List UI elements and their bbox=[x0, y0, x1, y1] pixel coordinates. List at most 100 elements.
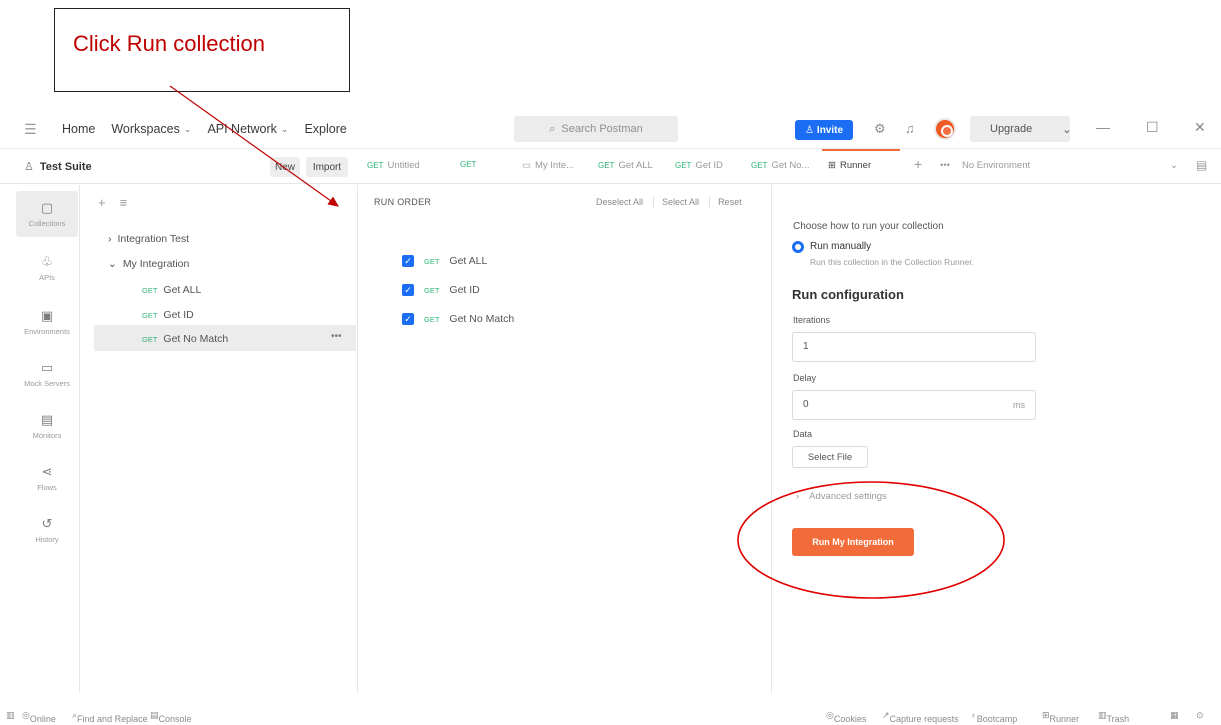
sidebar-item-collections[interactable]: ▢ Collections bbox=[16, 191, 78, 237]
environment-select[interactable]: No Environment bbox=[962, 160, 1030, 171]
sidebar-item-label: Mock Servers bbox=[24, 379, 70, 388]
nav-workspaces[interactable]: Workspaces ⌄ bbox=[111, 122, 191, 136]
environments-icon: ▣ bbox=[40, 308, 54, 323]
run-manually-description: Run this collection in the Collection Ru… bbox=[810, 257, 974, 267]
sidebar-rail: ▢ Collections ♧ APIs ▣ Environments ▭ Mock S… bbox=[14, 185, 80, 693]
run-order-item-label: Get No Match bbox=[449, 313, 515, 325]
method-badge: GET bbox=[424, 256, 440, 266]
trash-label: Trash bbox=[1106, 714, 1130, 724]
iterations-input[interactable]: 1 bbox=[792, 332, 1036, 362]
sidebar-item-environments[interactable]: ▣ Environments bbox=[16, 299, 78, 345]
maximize-icon[interactable]: ☐ bbox=[1146, 119, 1159, 136]
annotation-text: Click Run collection bbox=[73, 31, 265, 56]
avatar[interactable] bbox=[934, 118, 956, 140]
console-button[interactable]: ▤ Console bbox=[150, 710, 192, 724]
active-tab-indicator bbox=[822, 149, 900, 151]
run-order-item: ✓ GET Get ID bbox=[402, 284, 480, 296]
sidebar-item-monitors[interactable]: ▤ Monitors bbox=[16, 403, 78, 449]
cookies-button[interactable]: ◎ Cookies bbox=[826, 710, 866, 724]
minimize-icon[interactable]: — bbox=[1096, 119, 1110, 135]
nav-api-network[interactable]: API Network ⌄ bbox=[207, 122, 288, 136]
upgrade-button[interactable]: Upgrade ⌄ bbox=[970, 116, 1071, 142]
import-button[interactable]: Import bbox=[306, 157, 348, 177]
tab-get-all[interactable]: GET Get ALL bbox=[598, 160, 653, 171]
run-manually-radio[interactable] bbox=[792, 241, 804, 253]
chevron-down-icon[interactable]: ⌄ bbox=[1170, 160, 1178, 171]
run-order-item: ✓ GET Get No Match bbox=[402, 313, 514, 325]
bootcamp-button[interactable]: ♁ Bootcamp bbox=[970, 710, 1017, 724]
sidebar-item-flows[interactable]: ⋖ Flows bbox=[16, 455, 78, 501]
advanced-settings-toggle[interactable]: › Advanced settings bbox=[796, 491, 887, 502]
nav-explore[interactable]: Explore bbox=[304, 122, 346, 136]
bootcamp-label: Bootcamp bbox=[976, 714, 1018, 724]
method-badge: GET bbox=[142, 310, 158, 320]
workspace-name[interactable]: ♙ Test Suite bbox=[24, 160, 92, 174]
chevron-down-icon: ⌄ bbox=[183, 123, 192, 134]
more-tabs-icon[interactable]: ••• bbox=[940, 160, 950, 171]
tab-get-id[interactable]: GET Get ID bbox=[675, 160, 723, 171]
new-tab-plus-icon[interactable]: + bbox=[914, 156, 922, 172]
nav-explore-label: Explore bbox=[304, 122, 347, 136]
tree-item-label: Get No Match bbox=[163, 333, 229, 345]
sidebar-item-label: Monitors bbox=[32, 431, 62, 440]
run-order-item-label: Get ALL bbox=[449, 255, 488, 267]
history-icon: ↺ bbox=[41, 516, 53, 531]
nav-workspaces-label: Workspaces bbox=[111, 122, 180, 136]
close-icon[interactable]: ✕ bbox=[1194, 119, 1206, 136]
tab-method: GET bbox=[367, 161, 384, 170]
sidebar-item-history[interactable]: ↺ History bbox=[16, 507, 78, 553]
filter-icon[interactable]: ≡ bbox=[120, 195, 128, 210]
advanced-settings-label: Advanced settings bbox=[809, 491, 887, 502]
tree-request-get-id[interactable]: GET Get ID bbox=[142, 309, 194, 321]
tree-request-get-all[interactable]: GET Get ALL bbox=[142, 284, 201, 296]
runner-button[interactable]: ⊞ Runner bbox=[1042, 710, 1079, 724]
tree-request-get-no-match[interactable]: GET Get No Match bbox=[142, 333, 228, 345]
run-collection-button[interactable]: Run My Integration bbox=[792, 528, 914, 556]
new-button[interactable]: New bbox=[270, 157, 300, 177]
search-input[interactable]: ⌕ Search Postman bbox=[514, 116, 678, 142]
checkbox[interactable]: ✓ bbox=[402, 284, 414, 296]
sidebar-item-apis[interactable]: ♧ APIs bbox=[16, 245, 78, 291]
hamburger-icon[interactable]: ☰ bbox=[24, 121, 46, 138]
tab-get-no-match[interactable]: GET Get No... bbox=[751, 160, 809, 171]
delay-input[interactable]: 0 ms bbox=[792, 390, 1036, 420]
select-file-button[interactable]: Select File bbox=[792, 446, 868, 468]
nav-home[interactable]: Home bbox=[62, 122, 95, 136]
status-online[interactable]: ◎ Online bbox=[22, 710, 56, 724]
workspace-header: ♙ Test Suite New Import GET Untitled GET … bbox=[0, 148, 1221, 184]
run-order-heading: RUN ORDER bbox=[374, 197, 432, 207]
tree-collection-integration-test[interactable]: › Integration Test bbox=[108, 233, 189, 245]
layout-icon[interactable]: ▦ bbox=[1170, 710, 1179, 721]
capture-requests-button[interactable]: ↗ Capture requests bbox=[882, 710, 959, 724]
mock-servers-icon: ▭ bbox=[40, 360, 54, 375]
run-configuration-title: Run configuration bbox=[792, 287, 904, 302]
select-all-button[interactable]: Select All bbox=[653, 197, 699, 207]
settings-icon[interactable]: ⚙ bbox=[874, 121, 886, 137]
tree-collection-my-integration[interactable]: ⌄ My Integration bbox=[108, 258, 189, 270]
invite-label: Invite bbox=[816, 124, 844, 136]
top-bar: ☰ Home Workspaces ⌄ API Network ⌄ Explore … bbox=[0, 110, 1221, 148]
tab-label: My Inte... bbox=[534, 160, 575, 171]
method-badge: GET bbox=[424, 285, 440, 295]
tab-my-integration[interactable]: ▭ My Inte... bbox=[522, 160, 574, 171]
deselect-all-button[interactable]: Deselect All bbox=[596, 197, 643, 207]
environment-quick-look-icon[interactable]: ▤ bbox=[1196, 158, 1207, 172]
find-replace-button[interactable]: ⌕ Find and Replace bbox=[72, 710, 148, 724]
reset-button[interactable]: Reset bbox=[709, 197, 742, 207]
checkbox[interactable]: ✓ bbox=[402, 313, 414, 325]
sidebar-toggle-icon[interactable]: ▥ bbox=[6, 710, 15, 721]
tab-get-blank[interactable]: GET bbox=[460, 160, 476, 169]
sidebar-item-mock-servers[interactable]: ▭ Mock Servers bbox=[16, 351, 78, 397]
plus-icon[interactable]: + bbox=[98, 195, 106, 210]
invite-button[interactable]: ♙ Invite bbox=[795, 120, 853, 140]
tab-untitled[interactable]: GET Untitled bbox=[367, 160, 420, 171]
more-options-icon[interactable]: ••• bbox=[331, 331, 342, 342]
bell-icon[interactable]: ♫ bbox=[905, 121, 915, 136]
help-icon[interactable]: ⊙ bbox=[1196, 710, 1204, 721]
tab-runner[interactable]: ⊞ Runner bbox=[828, 160, 871, 171]
checkbox[interactable]: ✓ bbox=[402, 255, 414, 267]
capture-label: Capture requests bbox=[889, 714, 959, 724]
trash-button[interactable]: ▥ Trash bbox=[1098, 710, 1129, 724]
search-placeholder: Search Postman bbox=[561, 123, 643, 135]
sidebar-item-label: Environments bbox=[24, 327, 70, 336]
